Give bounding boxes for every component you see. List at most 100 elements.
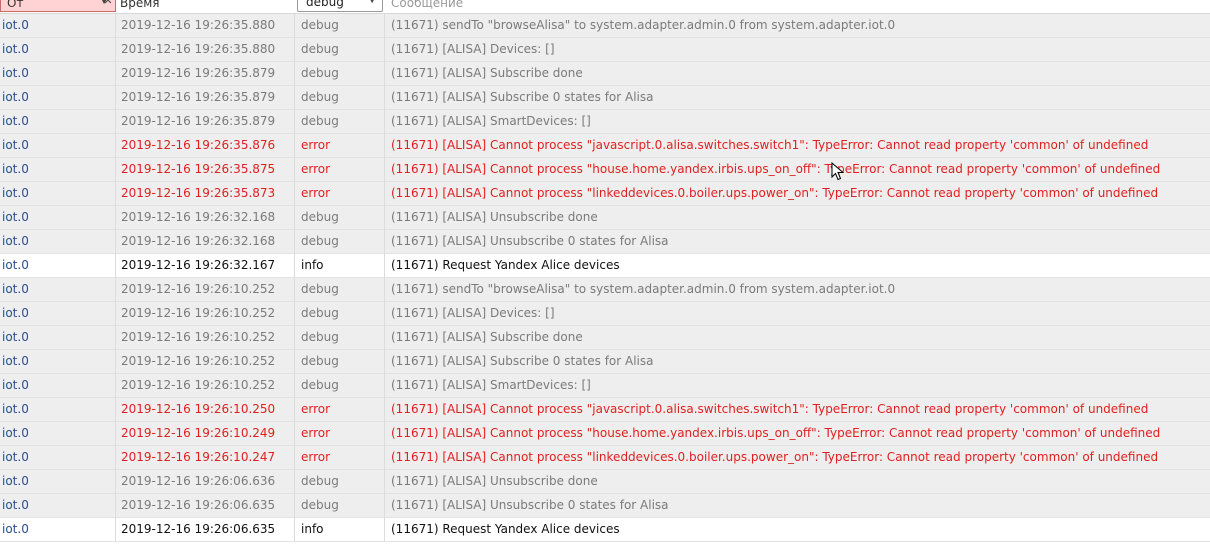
log-level-cell-text: debug xyxy=(301,282,339,296)
log-message-cell: (11671) sendTo "browseAlisa" to system.a… xyxy=(386,14,1210,38)
log-level-cell-text: debug xyxy=(301,42,339,56)
log-level-cell-text: debug xyxy=(301,378,339,392)
log-time-cell-text: 2019-12-16 19:26:35.876 xyxy=(121,138,276,152)
log-time-cell-text: 2019-12-16 19:26:10.250 xyxy=(121,402,276,416)
log-source-cell-text: iot.0 xyxy=(2,90,29,104)
log-level-cell: debug xyxy=(296,86,385,110)
log-time-cell: 2019-12-16 19:26:06.635 xyxy=(116,518,295,542)
log-row[interactable]: iot.0 2019-12-16 19:26:35.879 debug (11671)… xyxy=(0,110,1210,134)
log-level-cell-text: debug xyxy=(301,330,339,344)
log-row[interactable]: iot.0 2019-12-16 19:26:06.636 debug (11671)… xyxy=(0,470,1210,494)
log-row[interactable]: iot.0 2019-12-16 19:26:35.875 error (11671)… xyxy=(0,158,1210,182)
log-source-cell: iot.0 xyxy=(0,278,116,302)
log-source-cell: iot.0 xyxy=(0,206,116,230)
log-time-cell-text: 2019-12-16 19:26:10.252 xyxy=(121,330,276,344)
log-time-cell-text: 2019-12-16 19:26:35.879 xyxy=(121,90,276,104)
log-source-cell-text: iot.0 xyxy=(2,186,29,200)
log-message-cell-text: (11671) [ALISA] Cannot process "house.ho… xyxy=(391,162,1161,176)
log-time-cell: 2019-12-16 19:26:35.880 xyxy=(116,14,295,38)
log-time-cell-text: 2019-12-16 19:26:10.252 xyxy=(121,306,276,320)
log-source-cell-text: iot.0 xyxy=(2,522,29,536)
log-time-cell-text: 2019-12-16 19:26:35.875 xyxy=(121,162,276,176)
log-message-cell-text: (11671) [ALISA] Devices: [] xyxy=(391,42,555,56)
log-row[interactable]: iot.0 2019-12-16 19:26:35.880 debug (11671)… xyxy=(0,38,1210,62)
log-source-cell: iot.0 xyxy=(0,494,116,518)
log-row[interactable]: iot.0 2019-12-16 19:26:32.167 info (11671) … xyxy=(0,254,1210,278)
log-message-cell: (11671) [ALISA] Unsubscribe done xyxy=(386,206,1210,230)
log-message-cell-text: (11671) Request Yandex Alice devices xyxy=(391,522,620,536)
log-source-cell: iot.0 xyxy=(0,38,116,62)
level-filter-select[interactable]: debug ▼ xyxy=(297,0,383,12)
log-source-cell: iot.0 xyxy=(0,182,116,206)
message-filter-input[interactable]: Сообщение xyxy=(391,0,463,10)
log-row[interactable]: iot.0 2019-12-16 19:26:35.879 debug (11671)… xyxy=(0,62,1210,86)
log-message-cell-text: (11671) [ALISA] Subscribe done xyxy=(391,330,583,344)
log-source-cell-text: iot.0 xyxy=(2,258,29,272)
log-level-cell-text: debug xyxy=(301,114,339,128)
log-time-cell: 2019-12-16 19:26:35.873 xyxy=(116,182,295,206)
from-filter-dropdown[interactable]: От ▼ xyxy=(0,0,116,12)
log-row[interactable]: iot.0 2019-12-16 19:26:10.252 debug (11671)… xyxy=(0,374,1210,398)
log-row[interactable]: iot.0 2019-12-16 19:26:06.635 info (11671) … xyxy=(0,518,1210,542)
log-source-cell: iot.0 xyxy=(0,326,116,350)
log-time-cell-text: 2019-12-16 19:26:35.873 xyxy=(121,186,276,200)
log-row[interactable]: iot.0 2019-12-16 19:26:35.873 error (11671)… xyxy=(0,182,1210,206)
log-message-cell: (11671) [ALISA] Subscribe done xyxy=(386,62,1210,86)
log-source-cell-text: iot.0 xyxy=(2,282,29,296)
log-level-cell-text: debug xyxy=(301,234,339,248)
log-message-cell-text: (11671) [ALISA] SmartDevices: [] xyxy=(391,114,591,128)
log-row[interactable]: iot.0 2019-12-16 19:26:10.247 error (11671)… xyxy=(0,446,1210,470)
log-row[interactable]: iot.0 2019-12-16 19:26:06.635 debug (11671)… xyxy=(0,494,1210,518)
log-time-cell: 2019-12-16 19:26:10.252 xyxy=(116,326,295,350)
log-time-cell-text: 2019-12-16 19:26:10.252 xyxy=(121,354,276,368)
log-time-cell: 2019-12-16 19:26:35.876 xyxy=(116,134,295,158)
log-row[interactable]: iot.0 2019-12-16 19:26:35.880 debug (11671)… xyxy=(0,14,1210,38)
log-time-cell: 2019-12-16 19:26:10.252 xyxy=(116,350,295,374)
log-row[interactable]: iot.0 2019-12-16 19:26:32.168 debug (11671)… xyxy=(0,230,1210,254)
log-row[interactable]: iot.0 2019-12-16 19:26:10.250 error (11671)… xyxy=(0,398,1210,422)
log-message-cell-text: (11671) [ALISA] Unsubscribe 0 states for… xyxy=(391,234,669,248)
log-message-cell: (11671) [ALISA] SmartDevices: [] xyxy=(386,110,1210,134)
log-message-cell-text: (11671) [ALISA] Devices: [] xyxy=(391,306,555,320)
log-time-cell-text: 2019-12-16 19:26:35.880 xyxy=(121,42,276,56)
log-level-cell-text: error xyxy=(301,186,331,200)
log-row[interactable]: iot.0 2019-12-16 19:26:35.879 debug (11671)… xyxy=(0,86,1210,110)
log-row[interactable]: iot.0 2019-12-16 19:26:10.249 error (11671)… xyxy=(0,422,1210,446)
log-row[interactable]: iot.0 2019-12-16 19:26:10.252 debug (11671)… xyxy=(0,350,1210,374)
chevron-down-icon: ▼ xyxy=(368,0,376,5)
log-level-cell-text: debug xyxy=(301,90,339,104)
log-message-cell-text: (11671) [ALISA] Cannot process "javascri… xyxy=(391,138,1149,152)
clear-filter-button[interactable]: ✕ xyxy=(100,0,116,12)
log-source-cell: iot.0 xyxy=(0,470,116,494)
log-time-cell: 2019-12-16 19:26:35.875 xyxy=(116,158,295,182)
mouse-cursor-icon xyxy=(831,162,845,181)
log-level-cell: error xyxy=(296,422,385,446)
log-message-cell-text: (11671) sendTo "browseAlisa" to system.a… xyxy=(391,18,896,32)
log-time-cell-text: 2019-12-16 19:26:10.252 xyxy=(121,378,276,392)
log-time-cell: 2019-12-16 19:26:10.252 xyxy=(116,302,295,326)
log-message-cell-text: (11671) [ALISA] Subscribe done xyxy=(391,66,583,80)
log-level-cell-text: debug xyxy=(301,498,339,512)
log-time-cell: 2019-12-16 19:26:10.252 xyxy=(116,278,295,302)
log-message-cell: (11671) [ALISA] Subscribe 0 states for A… xyxy=(386,350,1210,374)
log-level-cell: info xyxy=(296,254,385,278)
log-message-cell-text: (11671) [ALISA] Unsubscribe done xyxy=(391,210,598,224)
log-source-cell-text: iot.0 xyxy=(2,162,29,176)
log-row[interactable]: iot.0 2019-12-16 19:26:10.252 debug (11671)… xyxy=(0,326,1210,350)
log-source-cell: iot.0 xyxy=(0,374,116,398)
log-row[interactable]: iot.0 2019-12-16 19:26:32.168 debug (11671)… xyxy=(0,206,1210,230)
log-level-cell: info xyxy=(296,518,385,542)
log-source-cell: iot.0 xyxy=(0,134,116,158)
log-source-cell: iot.0 xyxy=(0,110,116,134)
log-message-cell: (11671) [ALISA] Devices: [] xyxy=(386,302,1210,326)
log-row[interactable]: iot.0 2019-12-16 19:26:35.876 error (11671)… xyxy=(0,134,1210,158)
log-message-cell-text: (11671) [ALISA] Cannot process "linkedde… xyxy=(391,186,1159,200)
log-source-cell-text: iot.0 xyxy=(2,138,29,152)
level-filter-value: debug xyxy=(306,0,344,9)
log-source-cell-text: iot.0 xyxy=(2,330,29,344)
log-row[interactable]: iot.0 2019-12-16 19:26:10.252 debug (11671)… xyxy=(0,302,1210,326)
log-level-cell-text: info xyxy=(301,258,324,272)
log-level-cell-text: error xyxy=(301,162,331,176)
log-source-cell-text: iot.0 xyxy=(2,498,29,512)
log-row[interactable]: iot.0 2019-12-16 19:26:10.252 debug (11671)… xyxy=(0,278,1210,302)
